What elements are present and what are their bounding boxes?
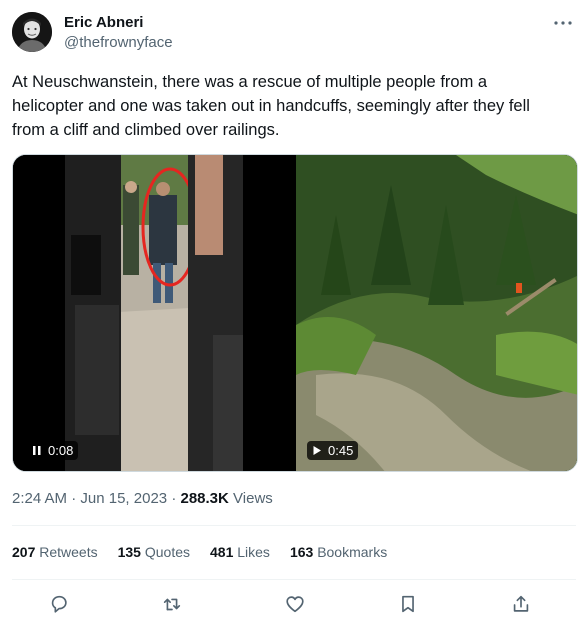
play-icon[interactable]: [312, 445, 322, 456]
divider: [12, 579, 576, 580]
stat-count: 207: [12, 544, 36, 560]
reply-icon[interactable]: [48, 593, 70, 615]
media-grid: 0:08 0:45: [12, 154, 578, 472]
tweet-header: Eric Abneri @thefrownyface: [12, 12, 578, 54]
bookmark-icon[interactable]: [397, 593, 419, 615]
stat-label: Likes: [237, 544, 270, 560]
video-1-duration: 0:08: [48, 443, 74, 458]
stat-count: 163: [289, 544, 314, 560]
engagement-stats: 207 Retweets 135 Quotes 481 Likes 163 Bo…: [12, 544, 387, 564]
avatar[interactable]: [12, 12, 52, 52]
tweet-meta: 2:24 AM · Jun 15, 2023 · 288.3K Views: [12, 490, 273, 507]
author-display-name[interactable]: Eric Abneri: [64, 14, 143, 31]
video-2-duration: 0:45: [328, 443, 354, 458]
tweet-date[interactable]: Jun 15, 2023: [80, 490, 167, 507]
more-icon[interactable]: [552, 14, 574, 32]
avatar-image: [12, 12, 52, 52]
tweet-time[interactable]: 2:24 AM: [12, 490, 67, 507]
meta-separator: ·: [71, 490, 77, 507]
video-1-badge[interactable]: 0:08: [27, 441, 79, 460]
tweet-text: At Neuschwanstein, there was a rescue of…: [12, 73, 530, 139]
stat-retweets[interactable]: 207 Retweets: [12, 544, 98, 564]
meta-separator-2: ·: [171, 490, 177, 507]
author-handle[interactable]: @thefrownyface: [64, 34, 173, 51]
divider: [12, 525, 576, 526]
video-player-1[interactable]: 0:08: [13, 155, 294, 471]
stat-likes[interactable]: 481 Likes: [210, 544, 270, 564]
stat-label: Quotes: [144, 544, 190, 560]
stat-label: Retweets: [39, 544, 98, 560]
video-2-badge[interactable]: 0:45: [307, 441, 359, 460]
retweet-icon[interactable]: [161, 593, 183, 615]
pause-icon[interactable]: [32, 445, 42, 456]
views-count: 288.3K: [180, 490, 229, 507]
like-icon[interactable]: [284, 593, 306, 615]
stat-count: 135: [117, 544, 141, 560]
video-player-2[interactable]: 0:45: [296, 155, 577, 471]
video-1-thumbnail: [13, 155, 294, 471]
stat-count: 481: [210, 544, 234, 560]
video-2-thumbnail: [296, 155, 577, 471]
stat-quotes[interactable]: 135 Quotes: [118, 544, 190, 564]
views-label: Views: [233, 490, 273, 507]
stat-label: Bookmarks: [317, 544, 388, 560]
action-bar: [48, 593, 544, 615]
share-icon[interactable]: [510, 593, 532, 615]
stat-bookmarks[interactable]: 163 Bookmarks: [290, 544, 387, 564]
